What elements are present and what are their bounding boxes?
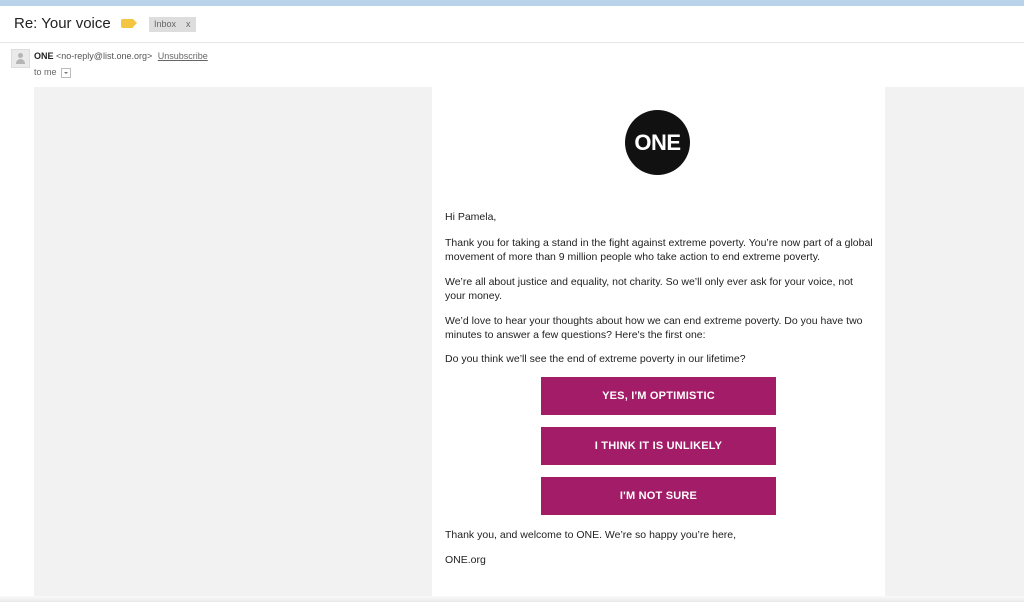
inbox-label-text: Inbox	[154, 19, 177, 29]
question: Do you think we’ll see the end of extrem…	[445, 353, 746, 365]
paragraph-2: We’re all about justice and equality, no…	[445, 276, 853, 302]
sender-avatar	[11, 49, 30, 68]
paragraph-1: Thank you for taking a stand in the figh…	[445, 237, 873, 263]
label-tag-icon[interactable]	[121, 19, 137, 28]
bottom-shadow	[0, 596, 1024, 602]
optimistic-button[interactable]: YES, I'M OPTIMISTIC	[541, 377, 776, 415]
subject-row: Re: Your voice Inbox x	[0, 6, 1024, 43]
recipient-line: to me	[34, 67, 72, 78]
unsubscribe-link[interactable]: Unsubscribe	[158, 51, 208, 61]
paragraph-3: We’d love to hear your thoughts about ho…	[445, 315, 863, 341]
avatar-head-icon	[18, 53, 23, 58]
sender-name[interactable]: ONE	[34, 51, 54, 61]
avatar-body-icon	[16, 59, 25, 64]
recipient-text: to me	[34, 67, 57, 77]
signature: ONE.org	[445, 554, 486, 566]
not-sure-button[interactable]: I'M NOT SURE	[541, 477, 776, 515]
remove-label-button[interactable]: x	[186, 19, 191, 29]
closing-text: Thank you, and welcome to ONE. We’re so …	[445, 529, 737, 541]
greeting: Hi Pamela,	[445, 211, 497, 223]
one-logo: ONE	[625, 110, 690, 175]
recipient-details-dropdown-icon[interactable]	[61, 67, 72, 78]
unlikely-button[interactable]: I THINK IT IS UNLIKELY	[541, 427, 776, 465]
sender-line: ONE <no-reply@list.one.org> Unsubscribe	[34, 51, 208, 61]
email-subject: Re: Your voice	[14, 15, 111, 32]
inbox-label-chip[interactable]: Inbox x	[149, 17, 196, 32]
sender-email: <no-reply@list.one.org>	[56, 51, 153, 61]
